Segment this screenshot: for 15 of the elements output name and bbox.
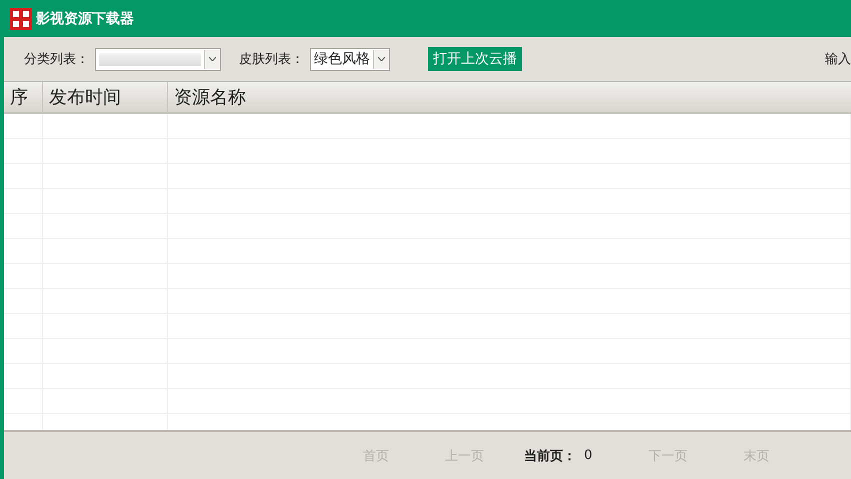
column-header[interactable]: 发布时间 [43,82,168,112]
category-label: 分类列表： [24,51,89,68]
column-header[interactable]: 序 [4,82,43,112]
column-header[interactable]: 资源名称 [168,82,851,112]
open-last-button[interactable]: 打开上次云播 [428,47,522,71]
category-dropdown[interactable] [95,48,221,70]
current-page-label: 当前页： [524,448,576,464]
search-label: 输入 [825,51,851,68]
caret-icon [209,57,216,61]
app-logo-icon [10,8,32,30]
skin-dropdown[interactable]: 绿色风格 [310,48,390,70]
skin-label: 皮肤列表： [239,51,304,68]
window-title: 影视资源下载器 [36,10,134,28]
caret-icon [378,57,385,61]
current-page-value: 0 [584,448,592,463]
